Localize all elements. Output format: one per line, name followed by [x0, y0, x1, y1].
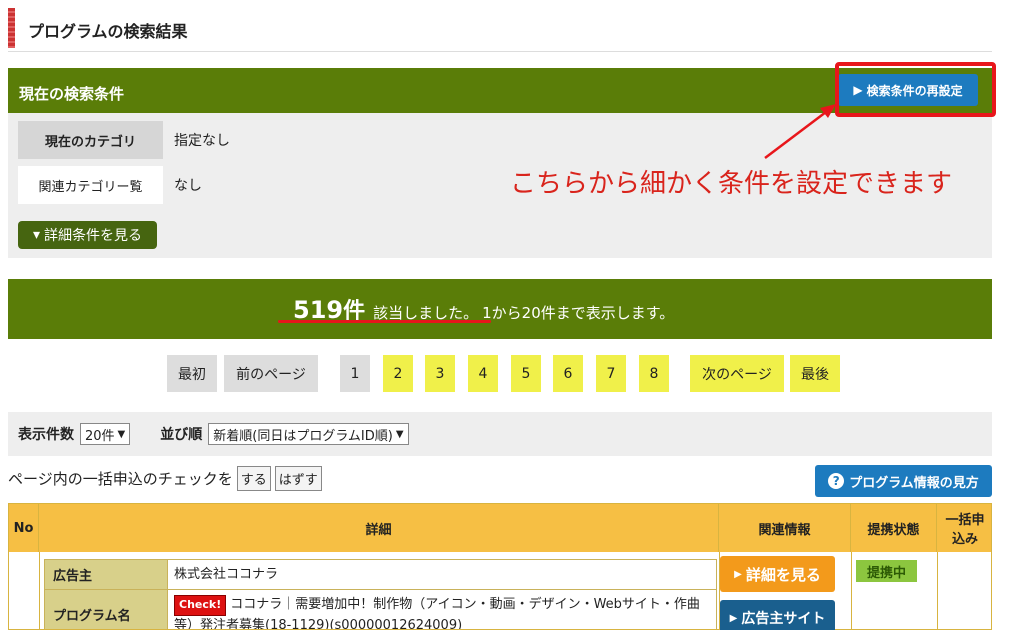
pagination: 最初 前のページ 1 2 3 4 5 6 7 8 次のページ 最後	[0, 355, 1024, 393]
uncheck-all-button[interactable]: はずす	[274, 466, 322, 491]
sort-order-label: 並び順	[160, 427, 203, 443]
per-page-select[interactable]: 20件 ▼	[80, 423, 131, 445]
chevron-down-icon: ▼	[395, 428, 404, 440]
page-number-current[interactable]: 1	[340, 355, 370, 392]
view-detail-button[interactable]: ▶ 詳細を見る	[720, 556, 835, 592]
annotation-text: こちらから細かく条件を設定できます	[510, 169, 953, 199]
per-page-label: 表示件数	[18, 427, 74, 443]
column-header-detail: 詳細	[39, 504, 719, 552]
column-header-bulk-apply: 一括申込み	[937, 504, 991, 552]
column-divider	[851, 552, 852, 629]
result-range-text: 1から20件まで表示します。	[482, 304, 675, 322]
annotation-underline	[278, 320, 491, 323]
result-summary-band: 519 件 該当しました。 1から20件まで表示します。	[8, 279, 992, 339]
column-divider	[937, 552, 938, 629]
bulk-check-bar: ページ内の一括申込のチェックを する はずす	[8, 466, 322, 491]
view-detail-label: 詳細を見る	[745, 565, 821, 584]
per-page-value: 20件	[85, 428, 115, 444]
column-header-status: 提携状態	[851, 504, 937, 552]
play-triangle-icon: ▶	[734, 568, 742, 580]
bulk-check-text: ページ内の一括申込のチェックを	[8, 470, 233, 488]
check-badge: Check!	[174, 595, 227, 616]
status-badge: 提携中	[856, 560, 917, 582]
page-prev-button[interactable]: 前のページ	[224, 355, 318, 392]
program-detail-table: 広告主 株式会社ココナラ プログラム名 Check! ココナラ｜需要増加中！制作物…	[44, 559, 717, 629]
advertiser-value: 株式会社ココナラ	[174, 567, 279, 582]
program-name-row: プログラム名 Check! ココナラ｜需要増加中！制作物（アイコン・動画・デザイン…	[45, 590, 716, 629]
page-next-button[interactable]: 次のページ	[690, 355, 784, 392]
page-number[interactable]: 2	[383, 355, 413, 392]
program-info-help-button[interactable]: ? プログラム情報の見方	[815, 465, 992, 497]
sort-order-select[interactable]: 新着順(同日はプログラムID順) ▼	[208, 423, 409, 445]
column-divider	[39, 552, 40, 629]
page-number[interactable]: 8	[639, 355, 669, 392]
column-header-no: No	[9, 504, 39, 552]
program-table: No 詳細 関連情報 提携状態 一括申込み 広告主 株式会社ココナラ プログラム…	[8, 503, 992, 630]
program-name-link[interactable]: ココナラ｜需要増加中！制作物（アイコン・動画・デザイン・Webサイト・作曲等）発…	[174, 597, 700, 629]
sort-order-value: 新着順(同日はプログラムID順)	[213, 428, 393, 444]
page-first-button[interactable]: 最初	[167, 355, 217, 392]
sort-bar: 表示件数 20件 ▼ 並び順 新着順(同日はプログラムID順) ▼	[8, 412, 992, 456]
play-triangle-icon: ▶	[729, 612, 738, 624]
page-number[interactable]: 3	[425, 355, 455, 392]
page-number[interactable]: 7	[596, 355, 626, 392]
page-number[interactable]: 5	[511, 355, 541, 392]
program-name-label: プログラム名	[45, 590, 168, 629]
page-last-button[interactable]: 最後	[790, 355, 840, 392]
advertiser-site-button[interactable]: ▶ 広告主サイト	[720, 600, 835, 630]
program-info-help-label: プログラム情報の見方	[849, 475, 979, 491]
advertiser-row: 広告主 株式会社ココナラ	[45, 560, 716, 590]
advertiser-site-label: 広告主サイト	[741, 611, 826, 627]
program-name-cell: Check! ココナラ｜需要増加中！制作物（アイコン・動画・デザイン・Webサイト…	[168, 590, 716, 629]
column-header-related: 関連情報	[719, 504, 851, 552]
page-number[interactable]: 4	[468, 355, 498, 392]
check-all-button[interactable]: する	[236, 466, 271, 491]
question-icon: ?	[828, 473, 845, 489]
chevron-down-icon: ▼	[117, 428, 126, 440]
advertiser-label: 広告主	[45, 560, 168, 589]
page-number[interactable]: 6	[553, 355, 583, 392]
